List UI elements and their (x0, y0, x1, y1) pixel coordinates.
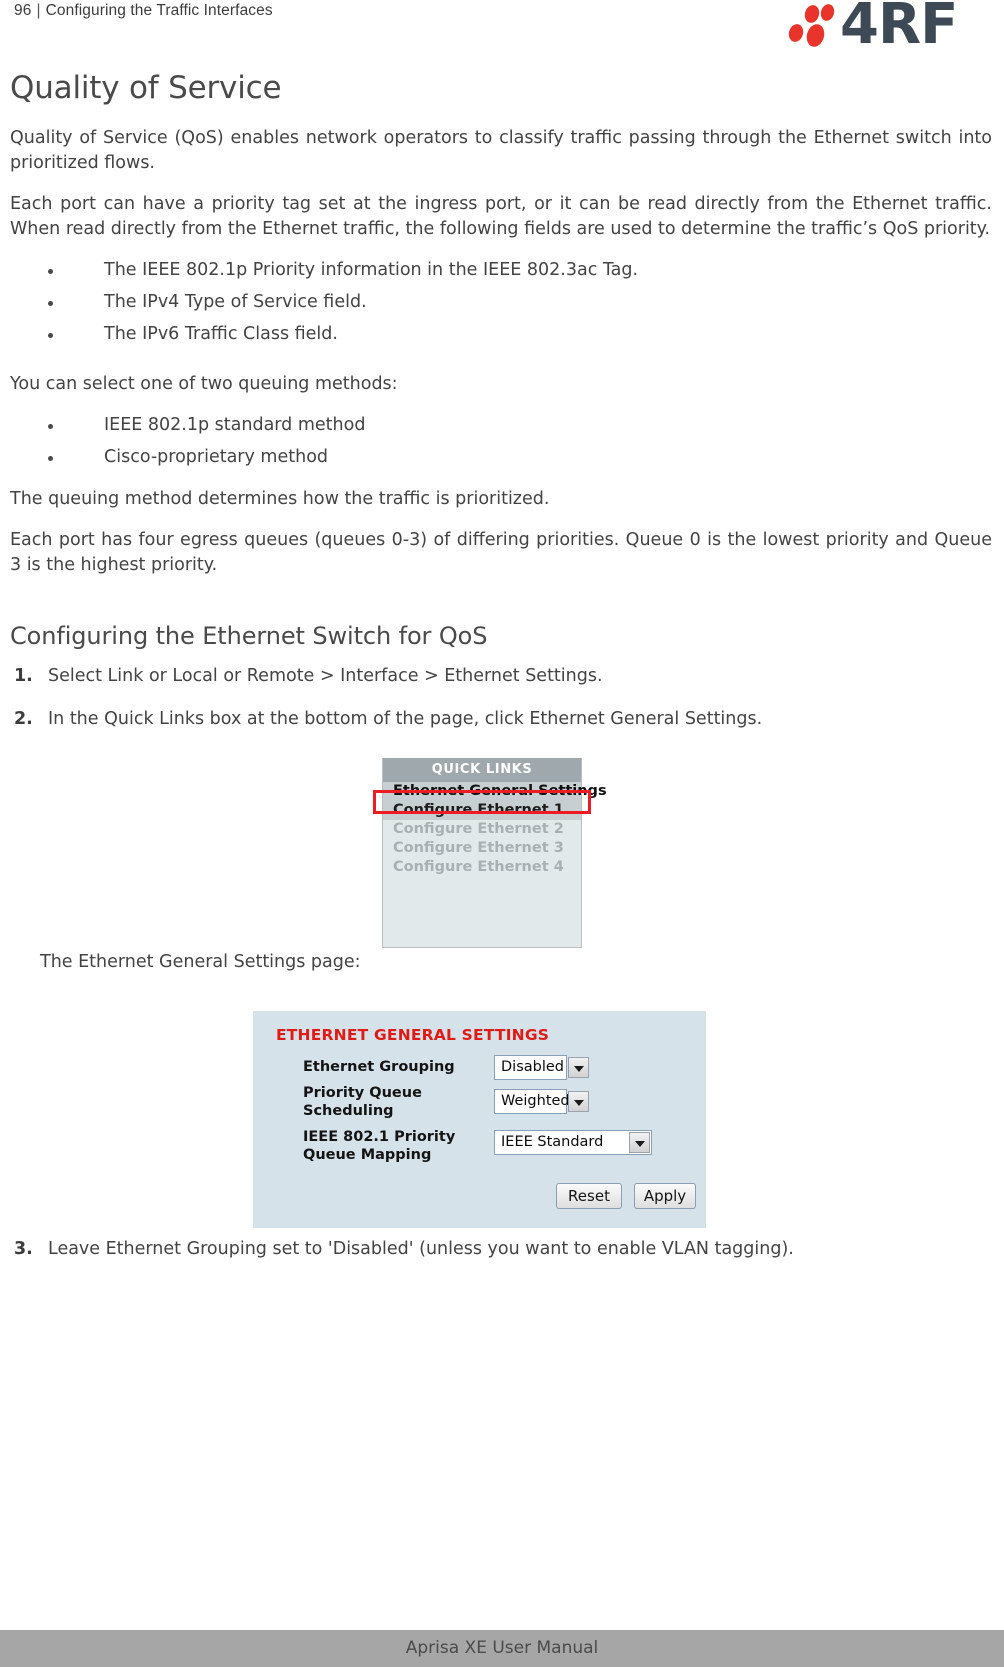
chapter-title: Configuring the Traffic Interfaces (45, 2, 273, 19)
bullet-list-methods: IEEE 802.1p standard method Cisco-propri… (10, 413, 992, 470)
select-value: Weighted (501, 1093, 570, 1109)
step-item-3: 3. Leave Ethernet Grouping set to 'Disab… (10, 1237, 992, 1262)
logo-wordmark: 4RF (840, 0, 958, 57)
chevron-down-icon[interactable] (629, 1132, 650, 1153)
step-text: Leave Ethernet Grouping set to 'Disabled… (48, 1239, 794, 1259)
breadcrumb-separator: | (36, 2, 41, 19)
breadcrumb: 96 | Configuring the Traffic Interfaces (14, 2, 273, 20)
brand-logo: 4RF (786, 0, 996, 57)
ethernet-grouping-select[interactable]: Disabled (494, 1055, 589, 1080)
chevron-down-icon[interactable] (568, 1091, 589, 1112)
step-number: 3. (14, 1239, 33, 1259)
page-footer: Aprisa XE User Manual (0, 1630, 1004, 1667)
field-label-line2: Queue Mapping (303, 1147, 432, 1163)
numbered-steps-bottom: 3. Leave Ethernet Grouping set to 'Disab… (10, 1237, 992, 1262)
paragraph-egress-queues: Each port has four egress queues (queues… (10, 530, 992, 575)
field-label-line1: IEEE 802.1 Priority (303, 1129, 456, 1145)
list-item: The IPv6 Traffic Class field. (10, 322, 992, 347)
paragraph-qos-intro: Quality of Service (QoS) enables network… (10, 128, 992, 173)
page-number: 96 (14, 2, 32, 19)
subsection-title: Configuring the Ethernet Switch for QoS (10, 622, 488, 650)
paragraph-priority-tag: Each port can have a priority tag set at… (10, 194, 992, 239)
step-text: Select Link or Local or Remote > Interfa… (48, 666, 603, 686)
step-number: 2. (14, 709, 33, 729)
step-item-1: 1. Select Link or Local or Remote > Inte… (10, 664, 992, 689)
quick-link-configure-ethernet-1[interactable]: Configure Ethernet 1 (383, 801, 581, 820)
quick-link-configure-ethernet-2: Configure Ethernet 2 (393, 821, 564, 837)
step-text: In the Quick Links box at the bottom of … (48, 709, 763, 729)
paragraph-queuing-methods: You can select one of two queuing method… (10, 374, 398, 394)
page-content: Quality of Service Quality of Service (Q… (0, 62, 1004, 1280)
field-label-line2: Scheduling (303, 1103, 394, 1119)
quick-links-header: QUICK LINKS (383, 758, 581, 782)
chevron-down-icon[interactable] (568, 1057, 589, 1078)
quick-link-configure-ethernet-4: Configure Ethernet 4 (393, 859, 564, 875)
field-label-ethernet-grouping: Ethernet Grouping (303, 1058, 455, 1076)
bullet-list-fields: The IEEE 802.1p Priority information in … (10, 258, 992, 347)
quick-link-configure-ethernet-3: Configure Ethernet 3 (393, 840, 564, 856)
select-value: IEEE Standard (501, 1134, 604, 1150)
field-label-ieee-priority-queue-mapping: IEEE 802.1 Priority Queue Mapping (303, 1128, 455, 1164)
paragraph-queuing-determines: The queuing method determines how the tr… (10, 489, 550, 509)
field-label-priority-queue-scheduling: Priority Queue Scheduling (303, 1084, 422, 1120)
list-item: The IPv4 Type of Service field. (10, 290, 992, 315)
footer-title: Aprisa XE User Manual (405, 1638, 599, 1658)
step-number: 1. (14, 666, 33, 686)
panel-title: ETHERNET GENERAL SETTINGS (276, 1026, 550, 1044)
list-item: The IEEE 802.1p Priority information in … (10, 258, 992, 283)
field-label-line1: Ethernet Grouping (303, 1059, 455, 1075)
caption-ethernet-general-settings: The Ethernet General Settings page: (40, 952, 361, 972)
list-item: Cisco-proprietary method (10, 445, 992, 470)
numbered-steps-top: 1. Select Link or Local or Remote > Inte… (10, 664, 992, 732)
logo-dots-icon (786, 2, 840, 52)
ethernet-general-settings-panel: ETHERNET GENERAL SETTINGS Ethernet Group… (253, 1011, 706, 1228)
apply-button[interactable]: Apply (634, 1183, 696, 1209)
quick-links-box: QUICK LINKS Ethernet General Settings Co… (382, 758, 607, 948)
reset-button[interactable]: Reset (556, 1183, 622, 1209)
ieee-priority-queue-mapping-select[interactable]: IEEE Standard (494, 1130, 652, 1155)
page-title: Quality of Service (10, 70, 282, 106)
quick-link-ethernet-general-settings[interactable]: Ethernet General Settings (383, 782, 607, 801)
field-label-line1: Priority Queue (303, 1085, 422, 1101)
priority-queue-scheduling-select[interactable]: Weighted (494, 1089, 589, 1114)
screenshot-quick-links: QUICK LINKS Ethernet General Settings Co… (10, 750, 992, 950)
quick-links-list: Ethernet General Settings Configure Ethe… (383, 782, 607, 877)
page-header: 96 | Configuring the Traffic Interfaces 4R… (0, 0, 1004, 62)
select-value: Disabled (501, 1059, 564, 1075)
list-item: IEEE 802.1p standard method (10, 413, 992, 438)
screenshot-ethernet-general-settings: ETHERNET GENERAL SETTINGS Ethernet Group… (10, 1011, 992, 1237)
step-item-2: 2. In the Quick Links box at the bottom … (10, 707, 992, 732)
